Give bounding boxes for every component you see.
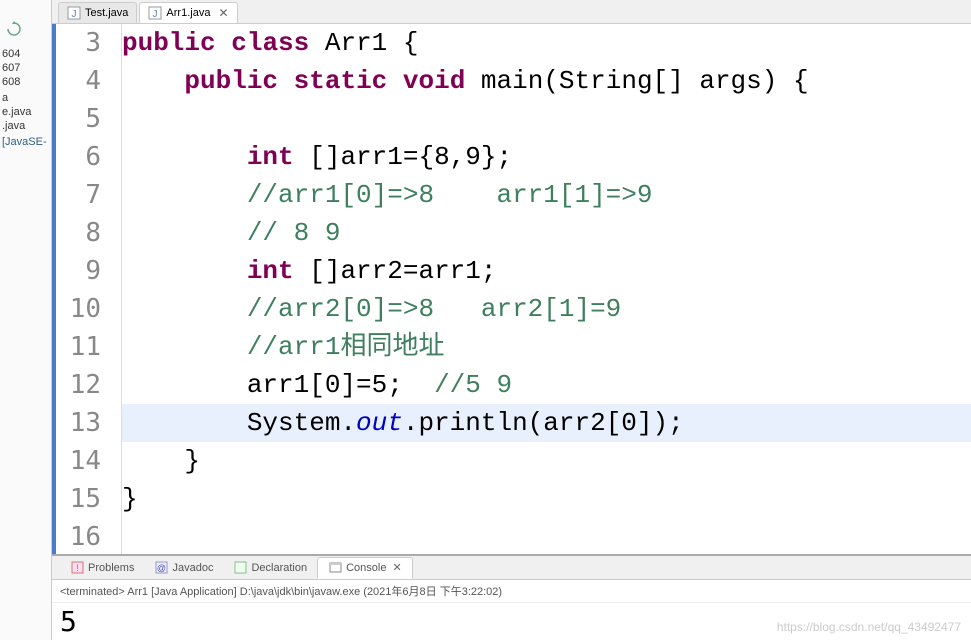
tab-label: Test.java	[85, 7, 128, 19]
btab-label: Javadoc	[172, 562, 213, 574]
code-line[interactable]: System.out.println(arr2[0]);	[122, 404, 971, 442]
editor-tabs: J Test.java J Arr1.java ✕	[52, 0, 971, 24]
line-number: 10	[52, 290, 101, 328]
problems-icon: !	[70, 561, 84, 575]
tab-test-java[interactable]: J Test.java	[58, 2, 137, 23]
line-number: 13	[52, 404, 101, 442]
code-line[interactable]: }	[122, 442, 971, 480]
line-number: 12	[52, 366, 101, 404]
javadoc-icon: @	[154, 561, 168, 575]
code-line[interactable]: int []arr1={8,9};	[122, 138, 971, 176]
code-line[interactable]: int []arr2=arr1;	[122, 252, 971, 290]
line-number: 4	[52, 62, 101, 100]
code-line[interactable]: //arr2[0]=>8 arr2[1]=9	[122, 290, 971, 328]
declaration-icon	[233, 561, 247, 575]
tab-problems[interactable]: ! Problems	[60, 558, 144, 578]
code-line[interactable]	[122, 518, 971, 554]
btab-label: Console	[346, 562, 386, 574]
explorer-item[interactable]: .java	[0, 119, 51, 133]
code-line[interactable]: public class Arr1 {	[122, 24, 971, 62]
close-icon[interactable]: ✕	[392, 561, 401, 574]
tab-console[interactable]: Console ✕	[317, 557, 413, 579]
code-area[interactable]: public class Arr1 { public static void m…	[122, 24, 971, 554]
svg-text:J: J	[72, 9, 77, 20]
code-line[interactable]: arr1[0]=5; //5 9	[122, 366, 971, 404]
sync-icon[interactable]	[4, 20, 51, 41]
code-line[interactable]: public static void main(String[] args) {	[122, 62, 971, 100]
line-number: 6	[52, 138, 101, 176]
line-gutter: 345678910111213141516	[52, 24, 122, 554]
bottom-tabs: ! Problems @ Javadoc Declaration	[52, 556, 971, 580]
line-number: 14	[52, 442, 101, 480]
explorer-item[interactable]: 607	[0, 61, 51, 75]
java-file-icon: J	[67, 6, 81, 20]
package-explorer[interactable]: 604 607 608 a e.java .java [JavaSE-	[0, 0, 52, 640]
svg-text:@: @	[157, 563, 166, 573]
console-icon	[328, 561, 342, 575]
explorer-item[interactable]: e.java	[0, 105, 51, 119]
java-file-icon: J	[148, 6, 162, 20]
line-number: 16	[52, 518, 101, 554]
tab-arr1-java[interactable]: J Arr1.java ✕	[139, 2, 237, 23]
console-description: <terminated> Arr1 [Java Application] D:\…	[52, 580, 971, 603]
line-number: 3	[52, 24, 101, 62]
code-line[interactable]: // 8 9	[122, 214, 971, 252]
watermark: https://blog.csdn.net/qq_43492477	[777, 620, 961, 634]
tab-label: Arr1.java	[166, 7, 210, 19]
code-line[interactable]: //arr1[0]=>8 arr1[1]=>9	[122, 176, 971, 214]
btab-label: Problems	[88, 562, 134, 574]
svg-text:!: !	[76, 563, 79, 573]
btab-label: Declaration	[251, 562, 307, 574]
line-number: 7	[52, 176, 101, 214]
line-number: 9	[52, 252, 101, 290]
line-number: 15	[52, 480, 101, 518]
tab-javadoc[interactable]: @ Javadoc	[144, 558, 223, 578]
close-icon[interactable]: ✕	[218, 6, 228, 20]
code-editor[interactable]: 345678910111213141516 public class Arr1 …	[52, 24, 971, 554]
code-line[interactable]: //arr1相同地址	[122, 328, 971, 366]
svg-text:J: J	[153, 9, 158, 20]
line-number: 5	[52, 100, 101, 138]
tab-declaration[interactable]: Declaration	[223, 558, 317, 578]
explorer-item[interactable]: a	[0, 91, 51, 105]
explorer-item[interactable]: [JavaSE-	[0, 135, 51, 149]
code-line[interactable]	[122, 100, 971, 138]
explorer-item[interactable]: 608	[0, 75, 51, 89]
line-number: 11	[52, 328, 101, 366]
line-number: 8	[52, 214, 101, 252]
code-line[interactable]: }	[122, 480, 971, 518]
explorer-item[interactable]: 604	[0, 47, 51, 61]
